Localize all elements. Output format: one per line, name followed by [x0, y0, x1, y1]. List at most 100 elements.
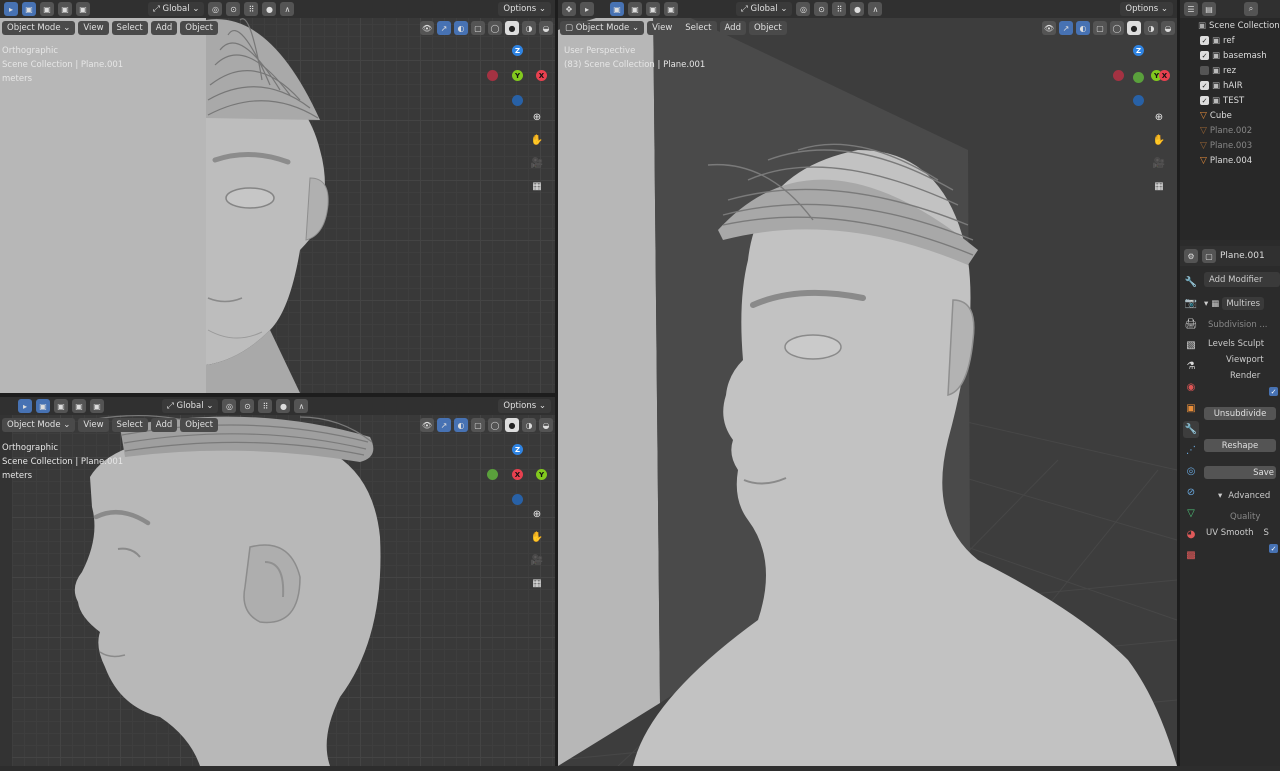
shading-solid-icon[interactable]: ●	[1127, 21, 1141, 35]
snap-grid-icon[interactable]: ⠿	[258, 399, 273, 413]
shading-rendered-icon[interactable]: ◒	[539, 21, 553, 35]
unsubdivide-button[interactable]: Unsubdivide	[1204, 407, 1276, 420]
xray-icon[interactable]: ▢	[471, 418, 485, 432]
constraints-tab-icon[interactable]: ⊘	[1183, 484, 1199, 501]
pivot-icon[interactable]: ◎	[208, 2, 223, 16]
gizmo-toggle-icon[interactable]: ↗	[1059, 21, 1073, 35]
shading-material-icon[interactable]: ◑	[522, 21, 536, 35]
transform-orientation-dropdown[interactable]: ⤢ Global ⌄	[162, 399, 219, 413]
select-intersect-icon[interactable]: ▣	[664, 2, 678, 16]
snap-icon[interactable]: ⊙	[226, 2, 241, 16]
shading-material-icon[interactable]: ◑	[1144, 21, 1158, 35]
gizmo-neg-z-axis[interactable]	[512, 494, 523, 505]
shading-solid-icon[interactable]: ●	[505, 418, 519, 432]
camera-icon[interactable]: 🎥	[528, 551, 546, 569]
gizmo-neg-x-axis[interactable]	[1113, 70, 1124, 81]
outliner-item[interactable]: ▣ rez	[1180, 63, 1280, 78]
scene-tab-icon[interactable]: ⚗	[1183, 358, 1199, 375]
snap-icon[interactable]: ⊙	[240, 399, 255, 413]
menu-view[interactable]: View	[647, 21, 678, 35]
falloff-icon[interactable]: ∧	[868, 2, 883, 16]
outliner-scene-collection[interactable]: ▣ Scene Collection	[1180, 18, 1280, 33]
gizmo-x-axis[interactable]: X	[1159, 70, 1170, 81]
gizmo-z-axis[interactable]: Z	[512, 444, 523, 455]
editor-type-icon[interactable]: ✥	[562, 2, 576, 16]
outliner-item[interactable]: ▽ Plane.003	[1180, 138, 1280, 153]
xray-icon[interactable]: ▢	[1093, 21, 1107, 35]
display-mode-icon[interactable]: ▤	[1202, 2, 1216, 16]
particles-tab-icon[interactable]: ⋰	[1183, 442, 1199, 459]
world-tab-icon[interactable]: ◉	[1183, 379, 1199, 396]
menu-object[interactable]: Object	[748, 21, 787, 35]
visibility-icon[interactable]: 👁	[1042, 21, 1056, 35]
falloff-icon[interactable]: ∧	[280, 2, 295, 16]
outliner-item[interactable]: ✓ ▣ basemash	[1180, 48, 1280, 63]
snap-icon[interactable]: ⊙	[814, 2, 829, 16]
tool-tab-icon[interactable]: 🔧	[1183, 274, 1199, 291]
pan-hand-icon[interactable]: ✋	[528, 528, 546, 546]
menu-select[interactable]: Select	[111, 418, 148, 432]
pivot-icon[interactable]: ◎	[796, 2, 811, 16]
exclude-checkbox[interactable]: ✓	[1200, 81, 1209, 90]
transform-orientation-dropdown[interactable]: ⤢ Global ⌄	[736, 2, 793, 16]
outliner-item[interactable]: ✓ ▣ TEST	[1180, 93, 1280, 108]
uv-smooth-dropdown[interactable]: S	[1264, 528, 1269, 538]
search-icon[interactable]: ⌕	[1244, 2, 1258, 16]
properties-editor-icon[interactable]: ⚙	[1184, 249, 1198, 263]
texture-tab-icon[interactable]: ▩	[1183, 547, 1199, 564]
xray-icon[interactable]: ▢	[471, 21, 485, 35]
data-tab-icon[interactable]: ▽	[1183, 505, 1199, 522]
select-extend-icon[interactable]: ▣	[54, 399, 68, 413]
add-modifier-button[interactable]: Add Modifier	[1204, 272, 1280, 287]
exclude-checkbox[interactable]	[1200, 66, 1209, 75]
mode-dropdown[interactable]: Object Mode ⌄	[2, 21, 76, 35]
modifier-header[interactable]: ▾ ▦ Multires	[1204, 296, 1280, 311]
optimal-display-checkbox[interactable]: ✓	[1204, 384, 1280, 399]
proportional-edit-icon[interactable]: ●	[276, 399, 291, 413]
proportional-edit-icon[interactable]: ●	[850, 2, 865, 16]
gizmo-y-axis[interactable]: Y	[512, 70, 523, 81]
overlay-toggle-icon[interactable]: ◐	[1076, 21, 1090, 35]
exclude-checkbox[interactable]: ✓	[1200, 96, 1209, 105]
use-creases-checkbox[interactable]: ✓	[1204, 541, 1280, 556]
shading-solid-icon[interactable]: ●	[505, 21, 519, 35]
overlay-toggle-icon[interactable]: ◐	[454, 21, 468, 35]
outliner-item[interactable]: ✓ ▣ ref	[1180, 33, 1280, 48]
select-intersect-icon[interactable]: ▣	[76, 2, 90, 16]
render-tab-icon[interactable]: 📷	[1183, 295, 1199, 312]
select-tool-icon[interactable]: ▸	[580, 2, 594, 16]
falloff-icon[interactable]: ∧	[294, 399, 309, 413]
select-intersect-icon[interactable]: ▣	[90, 399, 104, 413]
object-tab-icon[interactable]: ▣	[1183, 400, 1199, 417]
options-button[interactable]: Options ⌄	[1120, 2, 1173, 16]
collapse-arrow-icon[interactable]: ▾	[1204, 299, 1208, 309]
gizmo-toggle-icon[interactable]: ↗	[437, 418, 451, 432]
outliner-item[interactable]: ▽ Cube	[1180, 108, 1280, 123]
zoom-icon[interactable]: ⊕	[528, 108, 546, 126]
select-extend-icon[interactable]: ▣	[40, 2, 54, 16]
outliner-item[interactable]: ▽ Plane.004	[1180, 153, 1280, 168]
select-box-icon[interactable]: ▣	[22, 2, 36, 16]
shading-rendered-icon[interactable]: ◒	[539, 418, 553, 432]
proportional-edit-icon[interactable]: ●	[262, 2, 277, 16]
select-box-icon[interactable]: ▣	[610, 2, 624, 16]
menu-object[interactable]: Object	[180, 21, 218, 35]
gizmo-toggle-icon[interactable]: ↗	[437, 21, 451, 35]
overlay-toggle-icon[interactable]: ◐	[454, 418, 468, 432]
menu-object[interactable]: Object	[180, 418, 218, 432]
shading-rendered-icon[interactable]: ◒	[1161, 21, 1175, 35]
perspective-toggle-icon[interactable]: ▦	[1150, 177, 1168, 195]
outliner-editor-icon[interactable]: ☰	[1184, 2, 1198, 16]
select-subtract-icon[interactable]: ▣	[58, 2, 72, 16]
exclude-checkbox[interactable]: ✓	[1200, 51, 1209, 60]
gizmo-neg-z-axis[interactable]	[1133, 95, 1144, 106]
gizmo-z-axis[interactable]: Z	[512, 45, 523, 56]
visibility-icon[interactable]: 👁	[420, 418, 434, 432]
visibility-icon[interactable]: 👁	[420, 21, 434, 35]
pan-hand-icon[interactable]: ✋	[1150, 131, 1168, 149]
gizmo-z-axis[interactable]: Z	[1133, 45, 1144, 56]
gizmo-x-axis[interactable]: X	[536, 70, 547, 81]
zoom-icon[interactable]: ⊕	[1150, 108, 1168, 126]
gizmo-neg-y-axis[interactable]	[1133, 72, 1144, 83]
menu-view[interactable]: View	[78, 418, 109, 432]
